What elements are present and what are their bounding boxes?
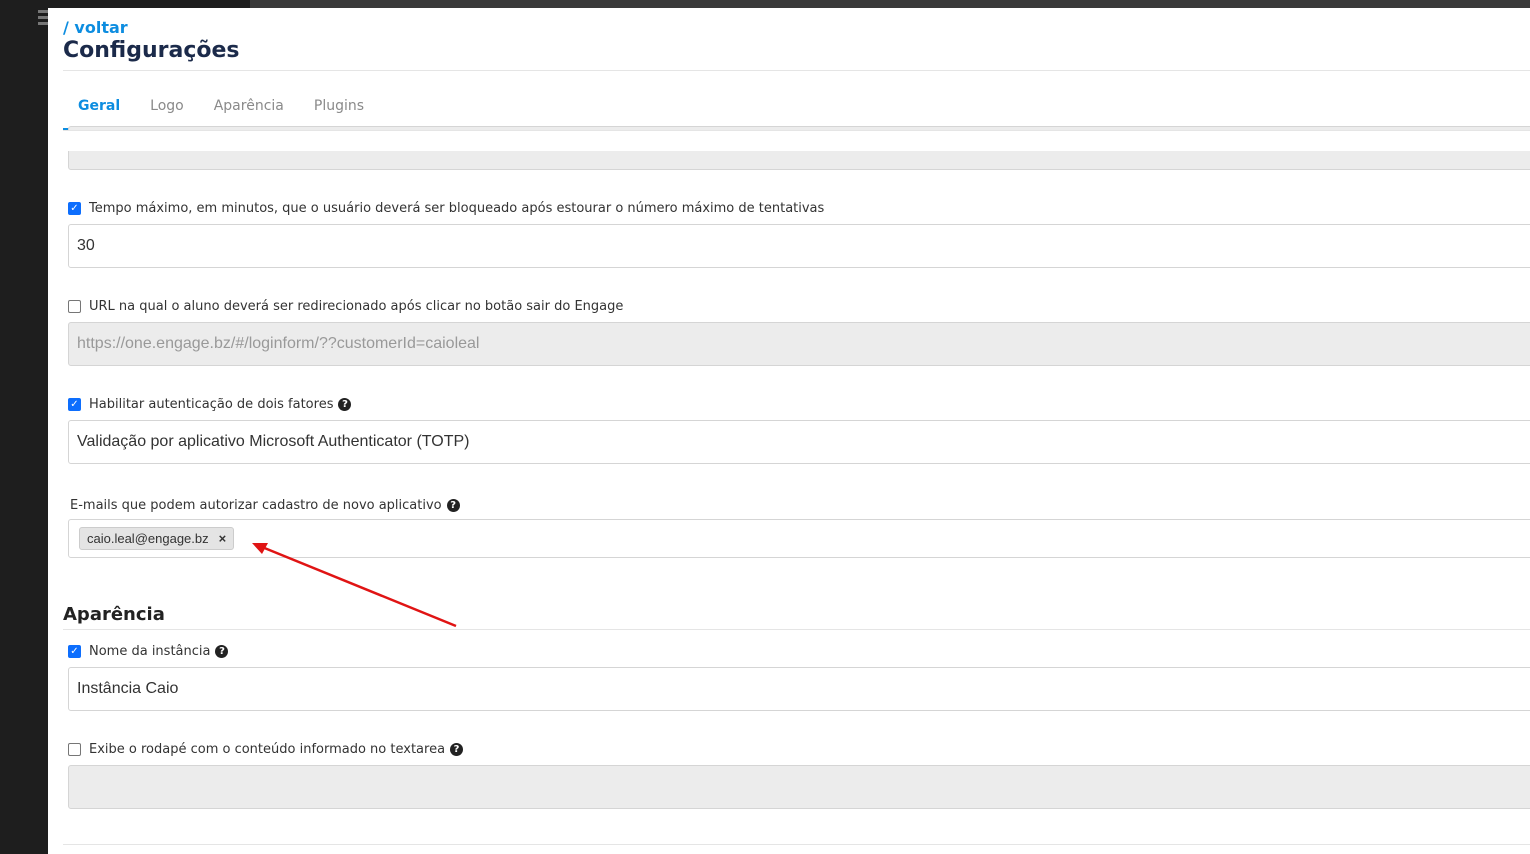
instance-name-input[interactable]: Instância Caio xyxy=(68,667,1530,711)
check-icon: ✓ xyxy=(70,645,79,657)
tab-divider-overlay xyxy=(63,130,1530,131)
footer-textarea[interactable] xyxy=(68,765,1530,809)
tab-area-mask xyxy=(48,131,1530,151)
instance-name-row: ✓ Nome da instância ? xyxy=(68,644,229,659)
footer-checkbox[interactable] xyxy=(68,743,81,756)
background-top-bar xyxy=(250,0,1530,8)
help-icon[interactable]: ? xyxy=(215,645,229,658)
footer-label: Exibe o rodapé com o conteúdo informado … xyxy=(89,742,446,757)
help-icon[interactable]: ? xyxy=(450,743,464,756)
instance-name-label: Nome da instância xyxy=(89,644,211,659)
appearance-section-title: Aparência xyxy=(63,604,165,625)
bottom-divider xyxy=(63,844,1530,845)
settings-panel: / voltar Configurações Geral Logo Aparên… xyxy=(48,8,1530,854)
footer-row: Exibe o rodapé com o conteúdo informado … xyxy=(68,742,464,757)
menu-icon[interactable] xyxy=(38,10,48,28)
instance-name-value: Instância Caio xyxy=(77,680,179,697)
instance-name-checkbox[interactable]: ✓ xyxy=(68,645,81,658)
appearance-divider xyxy=(63,629,1530,630)
